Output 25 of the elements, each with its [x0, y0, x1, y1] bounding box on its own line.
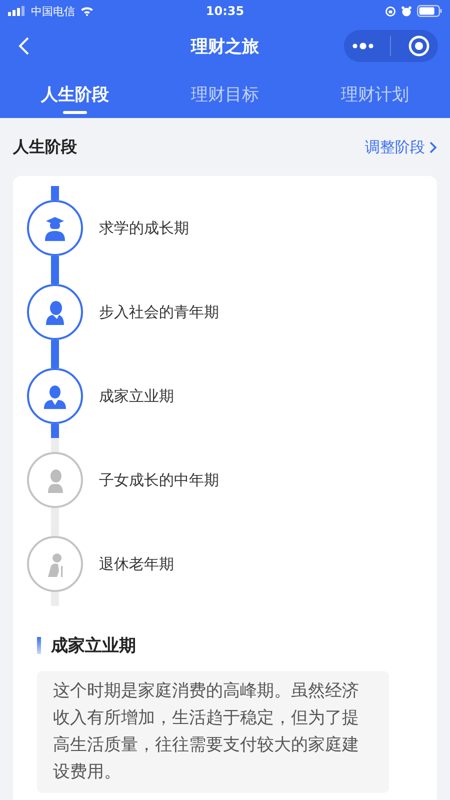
signal-icon [8, 6, 26, 16]
stage-label: 成家立业期 [99, 386, 174, 406]
chevron-right-icon [429, 140, 437, 154]
stage-label: 子女成长的中年期 [99, 470, 219, 490]
carrier-name: 中国电信 [31, 4, 75, 18]
tab[interactable]: 理财目标 [150, 70, 300, 118]
wifi-icon [80, 6, 94, 16]
stage-label: 步入社会的青年期 [99, 302, 219, 322]
detail-title: 成家立业期 [51, 635, 136, 657]
tab[interactable]: 理财计划 [300, 70, 450, 118]
stage-label: 求学的成长期 [99, 218, 189, 238]
accent-bar [37, 637, 41, 654]
section-title: 人生阶段 [13, 136, 77, 158]
stage-label: 退休老年期 [99, 554, 174, 574]
status-time: 10:35 [206, 4, 244, 18]
battery-icon [416, 5, 442, 17]
adjust-link[interactable]: 调整阶段 [365, 138, 437, 156]
tab[interactable]: 人生阶段 [0, 70, 150, 118]
more-icon[interactable] [352, 42, 374, 50]
close-icon[interactable] [408, 35, 430, 57]
page-title: 理财之旅 [190, 36, 260, 58]
detail-description: 这个时期是家庭消费的高峰期。虽然经济收入有所增加，生活趋于稳定，但为了提高生活质量，往往需要支付较大的家庭建设费用。 [37, 671, 389, 793]
back-icon[interactable] [18, 36, 30, 56]
alarm-icon [400, 6, 412, 16]
rotation-lock-icon [384, 6, 396, 16]
